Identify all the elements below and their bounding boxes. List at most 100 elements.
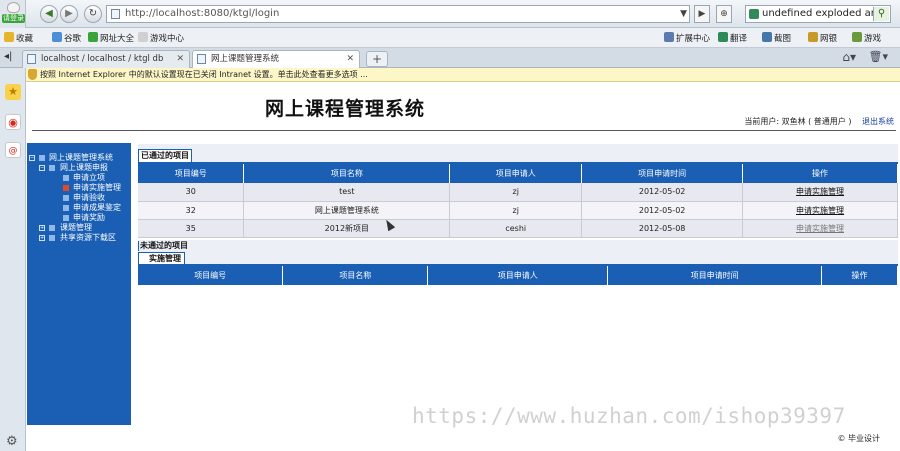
refresh-button[interactable]: ↻ bbox=[84, 5, 102, 23]
arrow-left-icon: ◀ bbox=[45, 8, 53, 19]
mail-icon[interactable]: @ bbox=[5, 142, 21, 158]
cell-id: 30 bbox=[138, 183, 245, 202]
collapse-icon[interactable]: − bbox=[29, 155, 35, 161]
approved-section-title: 已通过的项目 bbox=[138, 149, 192, 162]
folder-icon bbox=[39, 155, 45, 161]
sidebar-item-apply-implementation[interactable]: 申请实施管理 bbox=[27, 183, 131, 193]
favorite-google[interactable]: 谷歌 bbox=[52, 32, 81, 45]
forward-button[interactable]: ▶ bbox=[60, 5, 78, 23]
coin-icon bbox=[808, 32, 818, 42]
gear-icon[interactable]: ⚙ bbox=[6, 434, 18, 449]
col-header-id: 项目编号 bbox=[138, 164, 245, 183]
search-icon[interactable]: ⚲ bbox=[873, 7, 889, 21]
current-user-label: 当前用户: 双鱼林 ( 普通用户 ) bbox=[744, 117, 852, 126]
cell-date: 2012-05-08 bbox=[581, 219, 744, 238]
nav-tree: − 网上课题管理系统 − 网上课题申报 申请立项 申请实施管理 申请验收 申请成… bbox=[27, 153, 131, 243]
folder-icon bbox=[49, 225, 55, 231]
apply-implementation-link[interactable]: 申请实施管理 bbox=[796, 187, 844, 196]
compat-button[interactable]: ⊕ bbox=[716, 5, 732, 23]
pending-section-title: 未通过的项目 bbox=[138, 240, 188, 251]
collapse-icon[interactable]: − bbox=[39, 165, 45, 171]
col-header-date: 项目申请时间 bbox=[581, 164, 744, 183]
weibo-icon[interactable]: ◉ bbox=[5, 114, 21, 130]
favorite-sites[interactable]: 网址大全 bbox=[88, 32, 134, 45]
favorites-star-icon[interactable]: ★ bbox=[5, 84, 21, 100]
login-button[interactable]: 请登录 bbox=[2, 2, 25, 24]
sidebar-item-apply-appraisal[interactable]: 申请成果鉴定 bbox=[27, 203, 131, 213]
favorite-games[interactable]: 游戏中心 bbox=[138, 32, 184, 45]
cell-name: test bbox=[243, 183, 451, 202]
apply-implementation-link[interactable]: 申请实施管理 bbox=[796, 206, 844, 215]
cell-action: 申请实施管理 bbox=[742, 201, 898, 220]
close-icon[interactable]: ✕ bbox=[176, 51, 184, 67]
tab-phpmyadmin[interactable]: localhost / localhost / ktgl db ✕ bbox=[22, 50, 190, 68]
cell-applicant: zj bbox=[449, 183, 583, 202]
sidebar-item-apply-acceptance[interactable]: 申请验收 bbox=[27, 193, 131, 203]
back-button[interactable]: ◀ bbox=[40, 5, 58, 23]
cell-applicant: ceshi bbox=[449, 219, 583, 238]
extensions-button[interactable]: 扩展中心 bbox=[664, 32, 710, 45]
tree-node-share-download[interactable]: + 共享资源下载区 bbox=[27, 233, 131, 243]
document-icon bbox=[63, 215, 69, 221]
games-button[interactable]: 游戏 bbox=[852, 32, 881, 45]
cell-action: 申请实施管理 bbox=[742, 219, 898, 238]
approved-section-header: 已通过的项目 bbox=[138, 144, 898, 164]
expand-icon[interactable]: + bbox=[39, 235, 45, 241]
tree-node-root[interactable]: − 网上课题管理系统 bbox=[27, 153, 131, 163]
folder-icon bbox=[49, 165, 55, 171]
grid-icon bbox=[852, 32, 862, 42]
screenshot-button[interactable]: 截图 bbox=[762, 32, 791, 45]
page-footer: © 毕业设计 bbox=[837, 434, 880, 443]
arrow-right-icon: ▶ bbox=[65, 8, 73, 19]
pending-table: 项目编号 项目名称 项目申请人 项目申请时间 操作 bbox=[138, 265, 898, 285]
col-header-action: 操作 bbox=[742, 164, 898, 183]
favorites-menu[interactable]: 收藏 bbox=[4, 32, 33, 45]
page-icon bbox=[111, 9, 120, 19]
col-header-applicant: 项目申请人 bbox=[449, 164, 583, 183]
chevron-down-icon[interactable]: ▼ bbox=[680, 6, 687, 22]
info-bar[interactable]: 按照 Internet Explorer 中的默认设置现在已关闭 Intrane… bbox=[26, 68, 900, 82]
search-text: undefined exploded archi bbox=[762, 8, 890, 19]
translate-button[interactable]: 翻译 bbox=[718, 32, 747, 45]
shield-icon bbox=[28, 69, 37, 80]
sidebar-item-apply-award[interactable]: 申请奖励 bbox=[27, 213, 131, 223]
logout-link[interactable]: 退出系统 bbox=[862, 117, 894, 126]
main-content: 已通过的项目 项目编号 项目名称 项目申请人 项目申请时间 操作 30 test… bbox=[138, 144, 898, 285]
page-icon bbox=[27, 54, 36, 64]
close-icon[interactable]: ✕ bbox=[346, 51, 354, 67]
document-icon bbox=[63, 205, 69, 211]
sidebar-item-apply-project[interactable]: 申请立项 bbox=[27, 173, 131, 183]
tree-node-apply[interactable]: − 网上课题申报 bbox=[27, 163, 131, 173]
login-label: 请登录 bbox=[2, 14, 25, 23]
google-icon bbox=[52, 32, 62, 42]
scissors-icon bbox=[762, 32, 772, 42]
page-icon bbox=[197, 54, 206, 64]
apply-implementation-link[interactable]: 申请实施管理 bbox=[796, 224, 844, 233]
table-row: 35 2012新项目 ceshi 2012-05-08 申请实施管理 bbox=[138, 219, 898, 238]
sidebar-toggle-icon[interactable]: ◂| bbox=[4, 51, 12, 62]
col-header-date: 项目申请时间 bbox=[607, 265, 822, 285]
trash-icon[interactable]: 🗑▾ bbox=[869, 50, 889, 63]
url-input[interactable]: http://localhost:8080/ktgl/login ▼ bbox=[106, 5, 690, 23]
table-row: 32 网上课题管理系统 zj 2012-05-02 申请实施管理 bbox=[138, 201, 898, 220]
info-bar-text: 按照 Internet Explorer 中的默认设置现在已关闭 Intrane… bbox=[40, 70, 368, 79]
url-text: http://localhost:8080/ktgl/login bbox=[125, 8, 280, 19]
document-icon bbox=[63, 175, 69, 181]
play-icon: ▶ bbox=[698, 9, 706, 19]
translate-icon bbox=[718, 32, 728, 42]
expand-icon[interactable]: + bbox=[39, 225, 45, 231]
ebank-button[interactable]: 网银 bbox=[808, 32, 837, 45]
tree-node-topic-management[interactable]: + 课题管理 bbox=[27, 223, 131, 233]
puzzle-icon bbox=[664, 32, 674, 42]
new-tab-button[interactable]: + bbox=[366, 51, 388, 67]
sidebar: − 网上课题管理系统 − 网上课题申报 申请立项 申请实施管理 申请验收 申请成… bbox=[27, 143, 131, 425]
tab-course-system[interactable]: 网上课题管理系统 ✕ bbox=[192, 50, 360, 68]
search-input[interactable]: undefined exploded archi ⚲ bbox=[745, 5, 891, 23]
plus-icon: + bbox=[371, 52, 383, 66]
user-info: 当前用户: 双鱼林 ( 普通用户 ) 退出系统 bbox=[744, 116, 894, 127]
home-icon[interactable]: ⌂▾ bbox=[842, 50, 856, 64]
col-header-action: 操作 bbox=[821, 265, 898, 285]
cell-name: 2012新项目 bbox=[243, 219, 451, 238]
avatar bbox=[7, 2, 20, 13]
go-button[interactable]: ▶ bbox=[694, 5, 710, 23]
